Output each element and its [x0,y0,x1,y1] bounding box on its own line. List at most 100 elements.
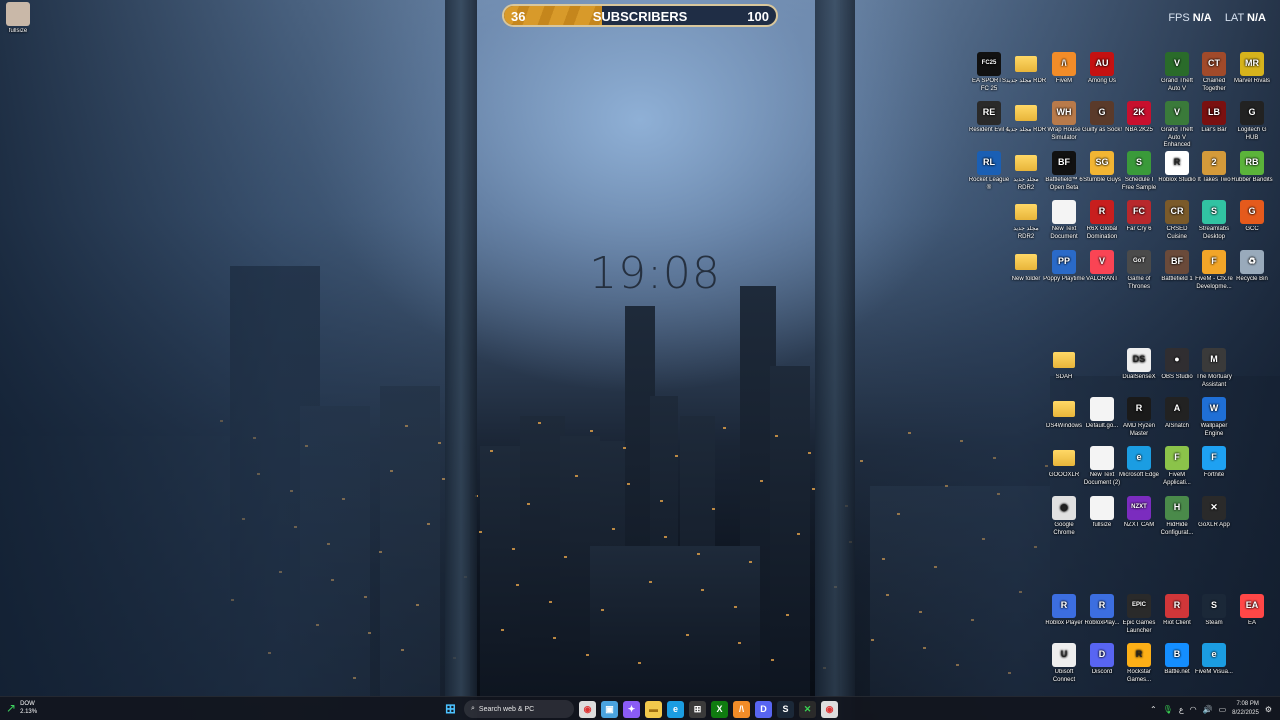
desktop-icon-folder-4[interactable]: مجلد جديد RDR2 [1005,200,1047,241]
desktop-icon-obs[interactable]: ● OBS Studio [1156,348,1198,382]
desktop-icon-new-text-1[interactable]: New Text Document [1043,200,1085,241]
desktop-icon-rubber[interactable]: RB Rubber Bandits [1231,151,1273,185]
desktop-icon-rockstar[interactable]: R Rockstar Games... [1118,643,1160,684]
desktop-icon-logitech[interactable]: G Logitech G HUB [1231,101,1273,142]
desktop-icon-fullsize-2[interactable]: fullsize [1081,496,1123,530]
microphone-icon[interactable]: 🎙 [1163,705,1173,714]
desktop-icon-valorant[interactable]: V VALORANT [1081,250,1123,284]
desktop-icon-fivem[interactable]: /\ FiveM [1043,52,1085,86]
desktop-icon-label: Grand Theft Auto V Enhanced [1161,127,1193,148]
desktop-icon-roblox-player[interactable]: R Roblox Player [1043,594,1085,628]
desktop-icon-amd[interactable]: R AMD Ryzen Master [1118,397,1160,438]
desktop-icon-re[interactable]: RE Resident Evil 4 [968,101,1010,135]
desktop-icon-rocket[interactable]: RL Rocket League ® [968,151,1010,192]
desktop-icon-crsed[interactable]: CR CRSED Cuisine [1156,200,1198,241]
desktop-icon-stumble[interactable]: SG Stumble Guys [1081,151,1123,185]
desktop-icon-mortuary[interactable]: M The Mortuary Assistant [1193,348,1235,389]
taskbar-app-files[interactable]: ▣ [601,700,618,718]
desktop-icon-goxlr-app[interactable]: ✕ GoXLR App [1193,496,1235,530]
desktop-icon-label: Marvel Rivals [1233,78,1270,84]
search-box[interactable]: ⌕ Search web & PC [464,700,574,718]
desktop-icon-got[interactable]: GoT Game of Thrones [1118,250,1160,291]
taskbar-app-discord[interactable]: D [755,700,772,718]
desktop-icon-streamlabs[interactable]: S Streamlabs Desktop [1193,200,1235,241]
desktop-icon-ea-fc[interactable]: FC25 EA SPORTS FC 25 [968,52,1010,93]
taskbar-app-chrome[interactable]: ◉ [579,700,596,718]
desktop-icon-riot[interactable]: R Riot Client [1156,594,1198,628]
desktop-icon-ubisoft[interactable]: U Ubisoft Connect [1043,643,1085,684]
desktop-icon-wrap-house[interactable]: WH Wrap House Simulator [1043,101,1085,142]
desktop-icon-nzxt[interactable]: NZXT NZXT CAM [1118,496,1160,530]
desktop-icon-schedule[interactable]: S Schedule I Free Sample [1118,151,1160,192]
desktop-icon-battlenet[interactable]: B Battle.net [1156,643,1198,677]
desktop-icon-farcry[interactable]: FC Far Cry 6 [1118,200,1160,234]
taskbar-app-goxlr[interactable]: ✕ [799,700,816,718]
taskbar-app-fivem[interactable]: /\ [733,700,750,718]
desktop-icon-r6[interactable]: R R6X Global Domination [1081,200,1123,241]
desktop-icon-wallpaper[interactable]: W Wallpaper Engine [1193,397,1235,438]
desktop-icon-gta-v-1[interactable]: V Grand Theft Auto V [1156,52,1198,93]
desktop-icon-folder-1[interactable]: مجلد جديد RDR [1005,52,1047,86]
desktop-icon-ds4[interactable]: DS4Windows [1043,397,1085,431]
taskbar-app-xbox[interactable]: X [711,700,728,718]
desktop-icon-folder-2[interactable]: مجلد جديد RDR [1005,101,1047,135]
desktop-icon-chained[interactable]: CT Chained Together [1193,52,1235,93]
desktop-icon-gta-v-2[interactable]: V Grand Theft Auto V Enhanced [1156,101,1198,150]
start-button[interactable]: ⊞ [442,701,459,718]
desktop-icon-fivem-cfx[interactable]: F FiveM - Cfx.re Developme... [1193,250,1235,291]
desktop-icon-label: Rubber Bandits [1231,177,1273,183]
subscriber-goal: 100 [747,9,769,24]
desktop-icon-fortnite[interactable]: F Fortnite [1193,446,1235,480]
desktop-icon-fivem-app[interactable]: F FiveM Applicati... [1156,446,1198,487]
desktop-icon-default-go[interactable]: Default.go... [1081,397,1123,431]
desktop-icon-goxlr-folder[interactable]: GOOOXLR [1043,446,1085,480]
desktop-icon-gcc[interactable]: G GCC [1231,200,1273,234]
rockstar-icon: R [1127,643,1151,667]
desktop-icon-fullsize[interactable]: fullsize [0,2,36,36]
desktop-icon-bf1[interactable]: BF Battlefield 1 [1156,250,1198,284]
desktop-icon-new-folder[interactable]: New folder [1005,250,1047,284]
notification-bell-icon[interactable]: ⚙ [1265,705,1272,714]
wifi-icon[interactable]: ◠ [1190,705,1197,714]
chevron-up-icon[interactable]: ⌃ [1150,705,1157,714]
desktop-icon-guilty[interactable]: G Guilty as Sock! [1081,101,1123,135]
desktop-icon-roblox-studio[interactable]: R Roblox Studio [1156,151,1198,185]
desktop-icon-roblox-play[interactable]: R RobloxPlay... [1081,594,1123,628]
window-light [512,548,515,550]
desktop-icon-label: Battlefield™ 6 Open Beta [1045,177,1083,191]
desktop-icon-marvel[interactable]: MR Marvel Rivals [1231,52,1273,86]
desktop-icon-sdah[interactable]: SDAH [1043,348,1085,382]
desktop-icon-chrome[interactable]: ◉ Google Chrome [1043,496,1085,537]
desktop-icon-bf6[interactable]: BF Battlefield™ 6 Open Beta [1043,151,1085,192]
stock-widget[interactable]: ↗ DOW 2.13% [6,700,37,716]
taskbar-app-chrome-2[interactable]: ◉ [821,700,838,718]
taskbar-app-explorer[interactable]: ▬ [645,700,662,718]
desktop-icon-discord[interactable]: D Discord [1081,643,1123,677]
taskbar-app-edge[interactable]: e [667,700,684,718]
desktop-icon-fivem-visual[interactable]: e FiveM Visua... [1193,643,1235,677]
desktop-icon-hidhide[interactable]: H HidHide Configurat... [1156,496,1198,537]
desktop-icon-recycle[interactable]: ♻ Recycle Bin [1231,250,1273,284]
desktop-icon-epic[interactable]: EPIC Epic Games Launcher [1118,594,1160,635]
ime-indicator[interactable]: ع [1179,705,1184,714]
desktop-icon-alsnatch[interactable]: A AlSnatch [1156,397,1198,431]
volume-icon[interactable]: 🔊 [1203,705,1213,714]
desktop-icon-poppy[interactable]: PP Poppy Playtime [1043,250,1085,284]
desktop-icon-folder-3[interactable]: مجلد جديد RDR2 [1005,151,1047,192]
desktop-icon-ea[interactable]: EA EA [1231,594,1273,628]
taskbar-app-copilot[interactable]: ✦ [623,700,640,718]
taskbar-clock[interactable]: 7:08 PM 8/22/2025 [1232,700,1259,718]
desktop-icon-steam[interactable]: S Steam [1193,594,1235,628]
desktop-icon-edge[interactable]: e Microsoft Edge [1118,446,1160,480]
desktop-icon-dualsense[interactable]: DS DualSenseX [1118,348,1160,382]
desktop-icon-among-us[interactable]: AU Among Us [1081,52,1123,86]
desktop-icon-takes-two[interactable]: 2 It Takes Two [1193,151,1235,185]
battery-icon[interactable]: ▭ [1219,705,1227,714]
desktop-icon-label: RobloxPlay... [1084,620,1120,626]
desktop-icon-new-text-2[interactable]: New Text Document (2) [1081,446,1123,487]
taskbar-app-store[interactable]: ⊞ [689,700,706,718]
taskbar-app-steam[interactable]: S [777,700,794,718]
desktop-icon-liars[interactable]: LB Liar's Bar [1193,101,1235,135]
desktop-icon-nba[interactable]: 2K NBA 2K25 [1118,101,1160,135]
desktop-icon-label: FiveM [1055,78,1073,84]
